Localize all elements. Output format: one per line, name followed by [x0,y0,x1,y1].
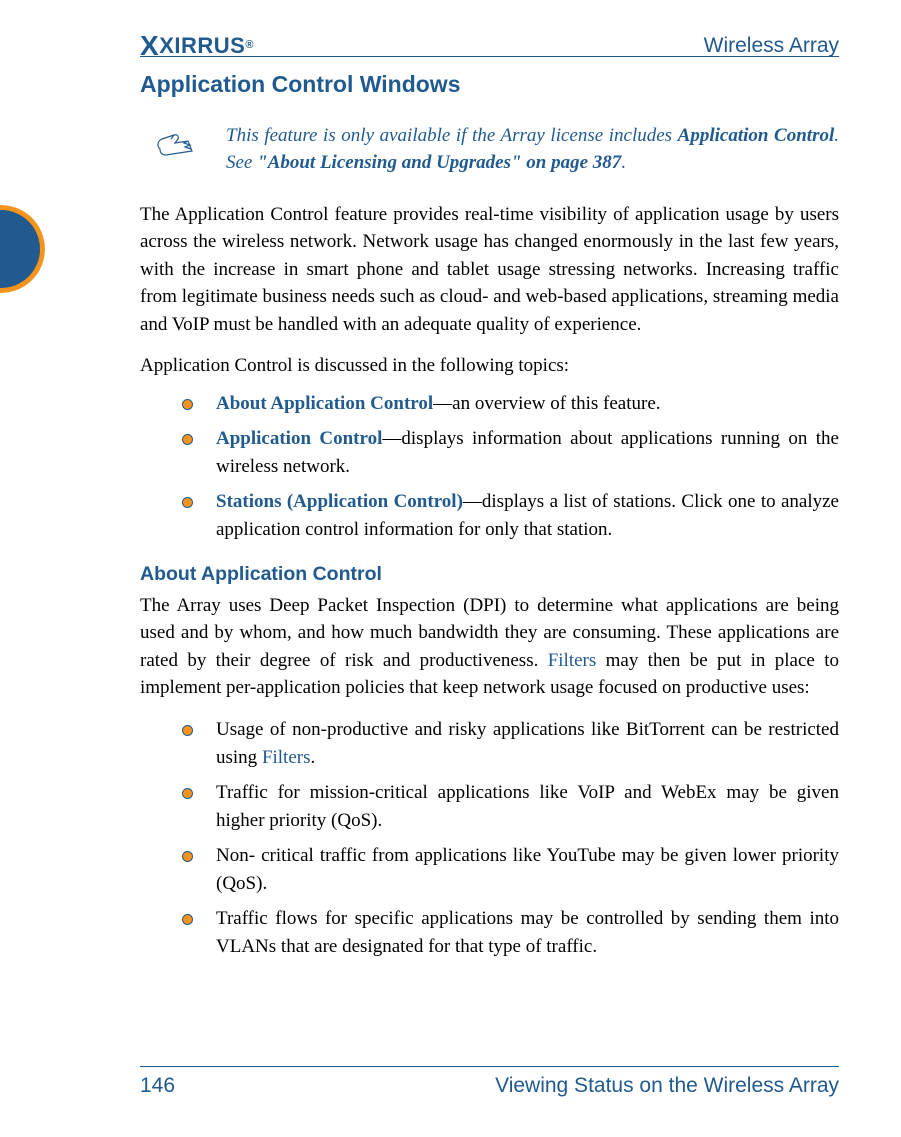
link-stations-application-control[interactable]: Stations (Application Control) [216,491,463,512]
license-note: This feature is only available if the Ar… [154,123,839,176]
list-item: Non- critical traffic from applications … [140,842,839,897]
footer-section-title: Viewing Status on the Wireless Array [495,1071,839,1101]
link-about-application-control[interactable]: About Application Control [216,393,433,414]
uses-list: Usage of non-productive and risky applic… [140,716,839,960]
note-xref-link[interactable]: "About Licensing and Upgrades" on page 3… [257,152,621,173]
use-pre: Traffic for mission-critical application… [216,782,839,831]
list-item: Usage of non-productive and risky applic… [140,716,839,771]
note-hand-icon [154,129,198,168]
document-page: XXIRRUS® Wireless Array Application Cont… [0,0,901,1137]
page-footer: 146 Viewing Status on the Wireless Array [140,1071,839,1101]
list-item: Stations (Application Control)—displays … [140,488,839,543]
link-filters[interactable]: Filters [548,650,597,671]
content-area: Application Control Windows This feature… [140,68,839,974]
list-item: About Application Control—an overview of… [140,390,839,418]
about-paragraph: The Array uses Deep Packet Inspection (D… [140,592,839,702]
link-application-control[interactable]: Application Control [216,428,382,449]
topics-list: About Application Control—an overview of… [140,390,839,544]
note-feature-name: Application Control [678,125,835,146]
use-pre: Non- critical traffic from applications … [216,845,839,894]
link-filters[interactable]: Filters [262,747,311,768]
registered-icon: ® [245,38,254,54]
list-item: Application Control—displays information… [140,425,839,480]
use-pre: Traffic flows for specific applications … [216,908,839,957]
logo-mark: X [140,26,159,67]
intro-paragraph: The Application Control feature provides… [140,201,839,339]
page-header: XXIRRUS® Wireless Array [140,26,839,67]
note-prefix: This feature is only available if the Ar… [226,125,678,146]
note-suffix: . [621,152,626,173]
topic-rest: —an overview of this feature. [433,393,660,414]
page-number: 146 [140,1071,175,1101]
heading-application-control-windows: Application Control Windows [140,68,839,101]
header-rule [140,56,839,57]
topics-lead: Application Control is discussed in the … [140,352,839,380]
note-text: This feature is only available if the Ar… [226,123,839,176]
use-post: . [311,747,316,768]
brand-name: XIRRUS [159,30,245,62]
list-item: Traffic flows for specific applications … [140,905,839,960]
heading-about-application-control: About Application Control [140,560,839,588]
brand-logo: XXIRRUS® [140,26,254,67]
list-item: Traffic for mission-critical application… [140,779,839,834]
footer-rule [140,1066,839,1067]
side-tab-marker [0,205,45,293]
